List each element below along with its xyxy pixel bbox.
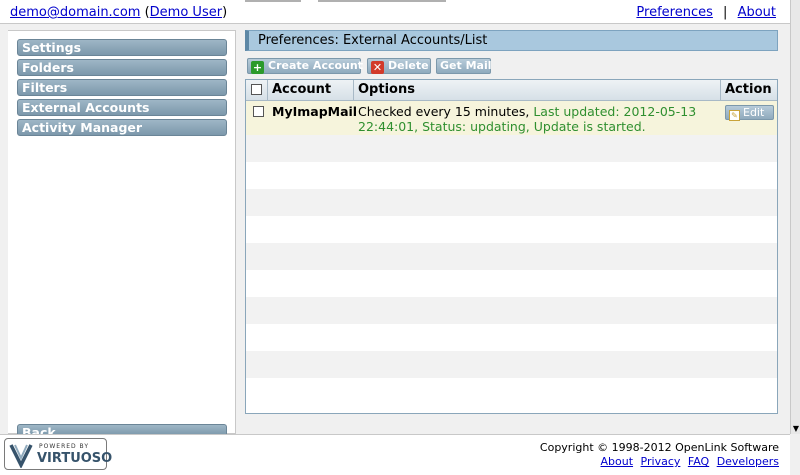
sidebar-item-external-accounts[interactable]: External Accounts [17,99,227,116]
table-row-empty [246,351,777,378]
create-account-label: Create Account [268,59,363,72]
footer: POWERED BY VIRTUOSO Copyright © 1998-201… [0,434,790,475]
logo-powered-by: POWERED BY [39,443,90,450]
scroll-down-arrow-icon[interactable]: ▼ [791,424,800,434]
account-name: MyImapMail [272,104,358,119]
table-row-empty [246,378,777,413]
about-link[interactable]: About [738,5,776,20]
sidebar-item-activity-manager[interactable]: Activity Manager [17,119,227,136]
create-account-button[interactable]: + Create Account [247,58,363,74]
edit-label: Edit [743,106,765,119]
get-mail-button[interactable]: Get Mail [436,58,492,74]
header-action[interactable]: Action [721,80,777,101]
select-all-checkbox[interactable] [251,84,262,95]
top-bar: demo@domain.com (Demo User) Preferences … [0,0,790,24]
vertical-scrollbar[interactable]: ▼ [790,0,800,434]
copyright: Copyright © 1998-2012 OpenLink Software [539,441,779,454]
options-schedule: Checked every 15 minutes, [358,104,534,119]
footer-about-link[interactable]: About [601,455,634,468]
toolbar: + Create Account ✕ Delete Get Mail [245,58,778,75]
account-options: Checked every 15 minutes, Last updated: … [358,104,718,134]
footer-links: About Privacy FAQ Developers [597,455,779,468]
header-select-all-cell [246,80,268,101]
row-checkbox[interactable] [253,106,264,117]
delete-label: Delete [388,59,429,72]
footer-faq-link[interactable]: FAQ [688,455,709,468]
table-row-empty [246,216,777,243]
table-row-empty [246,324,777,351]
user-name-close-paren: ) [222,5,228,20]
sidebar-item-filters[interactable]: Filters [17,79,227,96]
top-links: Preferences | About [636,5,776,20]
x-icon: ✕ [371,61,384,74]
virtuoso-logo[interactable]: POWERED BY VIRTUOSO [4,438,112,470]
user-info: demo@domain.com (Demo User) [10,5,227,20]
preferences-link[interactable]: Preferences [636,5,712,20]
edit-button[interactable]: ✎ Edit [725,105,774,121]
table-row-empty [246,189,777,216]
user-name-link[interactable]: Demo User [150,5,222,20]
sidebar-item-folders[interactable]: Folders [17,59,227,76]
plus-icon: + [251,61,264,74]
page-title: Preferences: External Accounts/List [245,30,778,51]
pencil-icon: ✎ [729,110,740,121]
table-row[interactable]: MyImapMail Checked every 15 minutes, Las… [246,101,777,135]
top-links-separator: | [723,5,728,20]
table-row-empty [246,270,777,297]
footer-developers-link[interactable]: Developers [717,455,779,468]
sidebar: Settings Folders Filters External Accoun… [8,30,236,435]
logo-name: VIRTUOSO [37,451,113,466]
header-account[interactable]: Account [268,80,354,101]
header-options[interactable]: Options [354,80,721,101]
user-email-link[interactable]: demo@domain.com [10,5,140,20]
table-row-empty [246,297,777,324]
top-tab-stub [318,0,446,2]
table-row-empty [246,243,777,270]
top-tab-stub [245,0,301,2]
footer-privacy-link[interactable]: Privacy [641,455,681,468]
accounts-table: Account Options Action MyImapMail Checke… [245,79,778,414]
table-row-empty [246,162,777,189]
virtuoso-logo-icon [9,444,33,468]
table-header: Account Options Action [246,80,777,101]
delete-button[interactable]: ✕ Delete [367,58,431,74]
main-content: Preferences: External Accounts/List + Cre… [245,30,778,414]
sidebar-item-settings[interactable]: Settings [17,39,227,56]
table-row-empty [246,135,777,162]
